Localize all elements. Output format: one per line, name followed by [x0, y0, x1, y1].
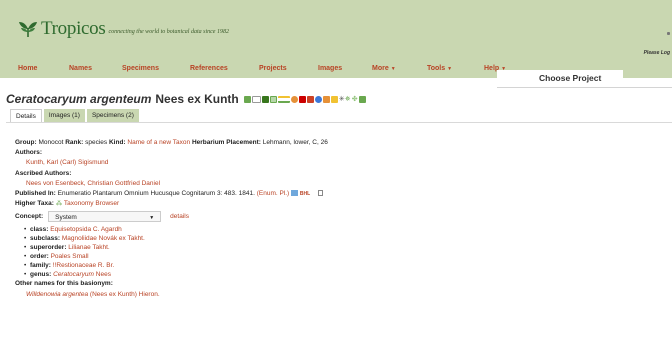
hierarchy-item: genus: Ceratocaryum Nees [24, 270, 665, 279]
taxon-name: Ceratocaryum argenteum [6, 92, 152, 106]
hierarchy-link[interactable]: Lilianae Takht. [68, 244, 109, 251]
external-link-icon[interactable] [261, 95, 269, 103]
plant-icon[interactable]: ✵ [344, 95, 351, 103]
other-name-author: (Nees ex Kunth) Hieron. [89, 290, 160, 298]
detail-tabs: Details Images (1) Specimens (2) [10, 109, 139, 123]
plant-icon[interactable]: ✤ [351, 95, 358, 103]
hierarchy-link[interactable]: Equisetopsida C. Agardh [50, 226, 122, 233]
external-link-icon[interactable] [290, 95, 298, 103]
concept-select[interactable]: System ▼ [48, 211, 162, 223]
group-label: Group: [15, 139, 37, 146]
author-link[interactable]: Kunth, Karl (Carl) Sigismund [15, 158, 665, 168]
hierarchy-rank: family: [30, 262, 51, 270]
external-link-icon[interactable] [243, 95, 251, 103]
hierarchy-rank: superorder: [30, 244, 67, 252]
nav-more[interactable]: More ▼ [372, 65, 396, 72]
nav-images[interactable]: Images [318, 65, 342, 72]
corner-marker [667, 32, 670, 35]
nav-home[interactable]: Home [18, 65, 37, 72]
book-icon[interactable] [291, 190, 299, 197]
ascribed-author-link[interactable]: Nees von Esenbeck, Christian Gottfried D… [15, 179, 665, 189]
kind-label: Kind: [108, 139, 126, 146]
hierarchy-item: subclass: Magnoliidae Novák ex Takht. [24, 234, 665, 243]
external-link-icon[interactable] [358, 95, 366, 103]
chevron-down-icon: ▼ [447, 66, 453, 72]
concept-selected-value: System [55, 214, 77, 222]
hierarchy-link[interactable]: Ceratocaryum Nees [53, 271, 111, 278]
genus-author: Nees [95, 271, 111, 279]
concept-details-link[interactable]: details [170, 212, 189, 222]
document-icon[interactable] [317, 190, 323, 197]
hierarchy-link[interactable]: Poales Small [51, 253, 89, 260]
page-title: Ceratocaryum argenteum Nees ex Kunth ✳ ✵… [6, 92, 366, 106]
external-link-icon[interactable] [298, 95, 306, 103]
tab-details[interactable]: Details [10, 109, 42, 123]
nav-references[interactable]: References [190, 65, 228, 72]
classification-row: Group: Monocot Rank: species Kind: Name … [15, 138, 665, 148]
external-links-toolbar: ✳ ✵ ✤ [243, 95, 366, 103]
taxon-hierarchy: class: Equisetopsida C. Agardh subclass:… [15, 225, 665, 279]
genus-name: Ceratocaryum [53, 271, 94, 279]
choose-project-button[interactable]: Choose Project [497, 70, 623, 87]
taxonomy-tree-icon: ⁂ [55, 200, 63, 208]
chevron-down-icon: ▼ [149, 215, 155, 222]
authors-label: Authors: [15, 149, 43, 157]
external-link-icon[interactable] [322, 95, 330, 103]
site-logo[interactable]: Tropicos connecting the world to botanic… [18, 18, 229, 40]
hierarchy-rank: genus: [30, 271, 52, 279]
chevron-down-icon: ▼ [390, 66, 396, 72]
other-names-label: Other names for this basionym: [15, 280, 113, 288]
tab-images[interactable]: Images (1) [43, 109, 85, 123]
hierarchy-rank: class: [30, 226, 49, 234]
login-link[interactable]: Please Log [644, 50, 670, 56]
choose-project-divider [497, 87, 672, 88]
rank-label: Rank: [65, 139, 84, 146]
logo-text: Tropicos [41, 18, 106, 39]
pm-icon[interactable] [251, 95, 261, 103]
kind-link[interactable]: Name of a new Taxon [127, 139, 190, 146]
publication-abbrev-link[interactable]: (Enum. Pl.) [257, 190, 290, 197]
published-value: Enumeratio Plantarum Omnium Hucusque Cog… [57, 190, 255, 198]
hierarchy-rank: subclass: [30, 235, 60, 243]
concept-row: Concept: System ▼ details [15, 210, 665, 223]
hierarchy-rank: order: [30, 253, 49, 261]
published-row: Published In: Enumeratio Plantarum Omniu… [15, 189, 665, 199]
hierarchy-item: family: !!Restionaceae R. Br. [24, 261, 665, 270]
other-name-link[interactable]: Willdenowia argentea (Nees ex Kunth) Hie… [15, 290, 665, 300]
herbarium-value: Lehmann, lower, C, 26 [262, 139, 328, 146]
external-link-icon[interactable] [269, 95, 277, 103]
site-header: Tropicos connecting the world to botanic… [0, 0, 672, 78]
hierarchy-item: order: Poales Small [24, 252, 665, 261]
taxonomy-browser-link[interactable]: Taxonomy Browser [64, 200, 119, 207]
nav-projects[interactable]: Projects [259, 65, 287, 72]
hierarchy-link[interactable]: Magnoliidae Novák ex Takht. [62, 235, 145, 242]
other-name-binomial: Willdenowia argentea [26, 290, 89, 298]
tab-divider [6, 122, 672, 123]
higher-taxa-row: Higher Taxa: ⁂ Taxonomy Browser [15, 199, 665, 209]
group-value: Monocot [38, 139, 64, 146]
herbarium-label: Herbarium Placement: [191, 139, 261, 146]
site-tagline: connecting the world to botanical data s… [108, 29, 229, 35]
bhl-link[interactable]: BHL [300, 191, 310, 197]
taxon-author: Nees ex Kunth [155, 92, 239, 106]
tropicos-leaf-icon [19, 21, 37, 37]
ascribed-authors-label: Ascribed Authors: [15, 169, 72, 177]
rank-value: species [85, 139, 108, 146]
jstor-icon[interactable] [277, 95, 290, 103]
nav-specimens[interactable]: Specimens [122, 65, 159, 72]
hierarchy-item: class: Equisetopsida C. Agardh [24, 225, 665, 234]
name-details: Group: Monocot Rank: species Kind: Name … [15, 138, 665, 300]
globe-icon[interactable] [314, 95, 322, 103]
fern-icon[interactable]: ✳ [338, 95, 345, 103]
higher-taxa-label: Higher Taxa: [15, 200, 54, 208]
nav-tools[interactable]: Tools ▼ [427, 65, 452, 72]
external-link-icon[interactable] [330, 95, 338, 103]
published-label: Published In: [15, 190, 56, 198]
hierarchy-link[interactable]: !!Restionaceae R. Br. [53, 262, 114, 269]
hierarchy-item: superorder: Lilianae Takht. [24, 243, 665, 252]
nav-names[interactable]: Names [69, 65, 92, 72]
concept-label: Concept: [15, 212, 44, 220]
external-link-icon[interactable] [306, 95, 314, 103]
tab-specimens[interactable]: Specimens (2) [86, 109, 139, 123]
